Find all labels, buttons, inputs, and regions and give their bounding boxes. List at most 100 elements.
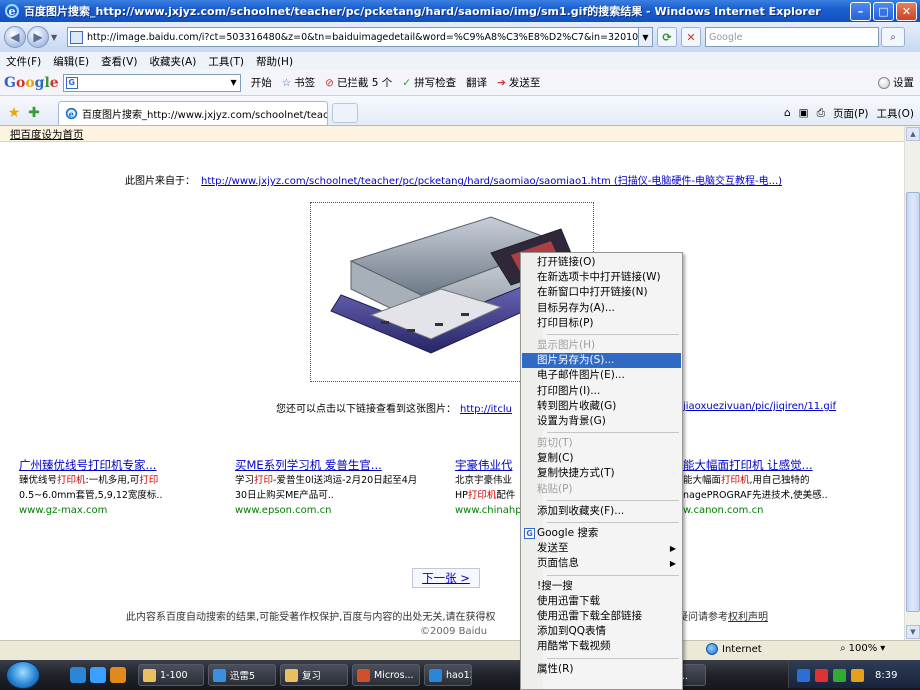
task-folder-1-100[interactable]: 1-100 xyxy=(138,664,204,686)
context-menu-item[interactable]: !搜一搜 xyxy=(521,579,682,594)
media-icon[interactable] xyxy=(110,667,126,683)
vertical-scrollbar[interactable]: ▲ ▼ xyxy=(904,126,920,640)
ad-title[interactable]: 广州臻优线号打印机专家... xyxy=(19,458,234,473)
stop-button[interactable]: ✕ xyxy=(681,27,701,47)
context-menu-item[interactable]: 页面信息 ▶ xyxy=(521,556,682,571)
ad-url[interactable]: www.gz-max.com xyxy=(19,503,234,518)
google-start-button[interactable]: 开始 xyxy=(251,75,272,90)
google-popup-blocker-button[interactable]: ⊘ 已拦截 5 个 xyxy=(325,75,392,90)
menu-tools[interactable]: 工具(T) xyxy=(208,54,244,69)
context-menu-item-label: 打开链接(O) xyxy=(537,256,596,268)
context-menu-item-label: 复制快捷方式(T) xyxy=(537,467,615,480)
ad-desc2: 30日止购买ME产品可.. xyxy=(235,490,334,501)
scroll-up-icon[interactable]: ▲ xyxy=(906,127,920,141)
context-menu-item[interactable]: 打印目标(P) xyxy=(521,316,682,331)
zoom-level[interactable]: ⌕ 100% ▾ xyxy=(840,643,885,654)
context-menu-item[interactable]: 打印图片(I)... xyxy=(521,384,682,399)
page-menu[interactable]: 页面(P) xyxy=(833,106,869,121)
ad-url[interactable]: w.canon.com.cn xyxy=(683,503,898,518)
system-tray: 8:39 xyxy=(788,662,920,688)
context-menu-item[interactable]: 在新选项卡中打开链接(W) xyxy=(521,270,682,285)
context-menu-item[interactable]: 发送至 ▶ xyxy=(521,541,682,556)
forward-button[interactable]: ▶ xyxy=(27,26,49,48)
google-settings-button[interactable]: 设置 xyxy=(878,75,914,90)
favorites-star-icon[interactable]: ★ xyxy=(4,101,24,125)
menu-favorites[interactable]: 收藏夹(A) xyxy=(149,54,196,69)
close-button[interactable]: ✕ xyxy=(896,1,917,21)
add-favorite-icon[interactable]: ✚ xyxy=(24,101,44,125)
minimize-button[interactable]: – xyxy=(850,1,871,21)
ad-title[interactable]: 宇豪伟业代 xyxy=(455,458,521,473)
context-menu-item[interactable]: G Google 搜索 xyxy=(521,526,682,541)
scroll-thumb[interactable] xyxy=(906,192,920,612)
home-icon[interactable]: ⌂ xyxy=(784,107,791,119)
google-sendto-button[interactable]: ➔ 发送至 xyxy=(497,75,540,90)
context-menu-item[interactable]: 使用迅雷下载全部链接 xyxy=(521,609,682,624)
google-g-icon: G xyxy=(524,528,535,539)
url-dropdown-icon[interactable]: ▼ xyxy=(639,27,653,47)
task-thunder[interactable]: 迅雷5 xyxy=(208,664,276,686)
set-homepage-link[interactable]: 把百度设为首页 xyxy=(10,127,84,142)
ad-title[interactable]: 能大幅面打印机 让感觉... xyxy=(683,458,898,473)
context-menu-item[interactable]: 复制快捷方式(T) xyxy=(521,466,682,481)
submenu-arrow-icon: ▶ xyxy=(669,559,676,569)
footer-text: 此内容系百度自动搜索的结果,可能受著作权保护,百度与内容的出处无关,请在获得权 xyxy=(126,612,496,623)
context-menu-item[interactable]: 设置为背景(G) xyxy=(521,414,682,429)
chevron-down-icon[interactable]: ▼ xyxy=(231,78,237,87)
tools-menu[interactable]: 工具(O) xyxy=(877,106,914,121)
start-button[interactable] xyxy=(6,661,40,689)
ad-title[interactable]: 买ME系列学习机 爱普生官... xyxy=(235,458,450,473)
context-menu-item[interactable]: 添加到QQ表情 xyxy=(521,624,682,639)
search-icon[interactable]: ⌕ xyxy=(881,27,905,47)
context-menu-item[interactable]: 电子邮件图片(E)... xyxy=(521,368,682,383)
context-menu-item[interactable]: 添加到收藏夹(F)... xyxy=(521,504,682,519)
ad-desc2: 0.5~6.0mm套管,5,9,12宽度标.. xyxy=(19,490,163,501)
menu-help[interactable]: 帮助(H) xyxy=(256,54,293,69)
google-translate-button[interactable]: 翻译 xyxy=(466,75,487,90)
clock[interactable]: 8:39 xyxy=(875,670,897,681)
tab-baidu-image[interactable]: e 百度图片搜索_http://www.jxjyz.com/schoolnet/… xyxy=(58,101,328,125)
rights-statement-link[interactable]: 权利声明 xyxy=(728,612,768,623)
context-menu-item[interactable]: 使用迅雷下载 xyxy=(521,594,682,609)
back-button[interactable]: ◀ xyxy=(4,26,26,48)
menu-view[interactable]: 查看(V) xyxy=(101,54,137,69)
refresh-button[interactable]: ⟳ xyxy=(657,27,677,47)
search-input[interactable]: Google xyxy=(705,27,879,47)
google-search-input[interactable]: G ▼ xyxy=(62,73,241,92)
maximize-button[interactable]: □ xyxy=(873,1,894,21)
ad-url[interactable]: www.epson.com.cn xyxy=(235,503,450,518)
new-tab-button[interactable] xyxy=(332,103,358,123)
url-field[interactable]: http://image.baidu.com/i?ct=503316480&z=… xyxy=(67,27,639,47)
context-menu-item[interactable]: 打开链接(O) xyxy=(521,255,682,270)
network-icon[interactable] xyxy=(833,668,846,682)
more-link[interactable]: http://itclu xyxy=(460,404,512,415)
input-method-icon[interactable] xyxy=(797,668,810,682)
context-menu-item[interactable]: 目标另存为(A)... xyxy=(521,301,682,316)
menu-file[interactable]: 文件(F) xyxy=(6,54,41,69)
tray-app-icon[interactable] xyxy=(815,668,828,682)
context-menu-item[interactable]: 在新窗口中打开链接(N) xyxy=(521,285,682,300)
context-menu-item[interactable]: 转到图片收藏(G) xyxy=(521,399,682,414)
context-menu-item-label: 转到图片收藏(G) xyxy=(537,399,617,412)
google-spellcheck-button[interactable]: ✓ 拼写检查 xyxy=(402,75,456,90)
task-powerpoint[interactable]: Micros... xyxy=(352,664,420,686)
ie-quicklaunch-icon[interactable] xyxy=(70,667,86,683)
print-icon[interactable]: ⎙ xyxy=(817,107,825,120)
desktop-icon[interactable] xyxy=(90,667,106,683)
scroll-down-icon[interactable]: ▼ xyxy=(906,625,920,639)
next-image-button[interactable]: 下一张 > xyxy=(412,568,480,588)
source-link[interactable]: http://www.jxjyz.com/schoolnet/teacher/p… xyxy=(201,176,782,187)
context-menu-item[interactable]: 用酷常下载视频 xyxy=(521,639,682,654)
feeds-icon[interactable]: ▣ xyxy=(799,107,809,119)
google-bookmarks-button[interactable]: ☆ 书签 xyxy=(282,75,315,90)
speaker-icon[interactable] xyxy=(851,668,864,682)
context-menu-item[interactable]: 属性(R) xyxy=(521,662,682,677)
history-dropdown-icon[interactable]: ▼ xyxy=(51,33,61,42)
task-folder-review[interactable]: 复习 xyxy=(280,664,348,686)
task-hao123[interactable]: hao12 xyxy=(424,664,472,686)
context-menu-item[interactable]: 复制(C) xyxy=(521,451,682,466)
more-link-tail[interactable]: jiaoxuezivuan/pic/jiqiren/11.gif xyxy=(683,401,836,412)
context-menu-item[interactable]: 图片另存为(S)... xyxy=(522,353,681,369)
menu-edit[interactable]: 编辑(E) xyxy=(53,54,89,69)
ad-url[interactable]: www.chinahp xyxy=(455,503,522,518)
